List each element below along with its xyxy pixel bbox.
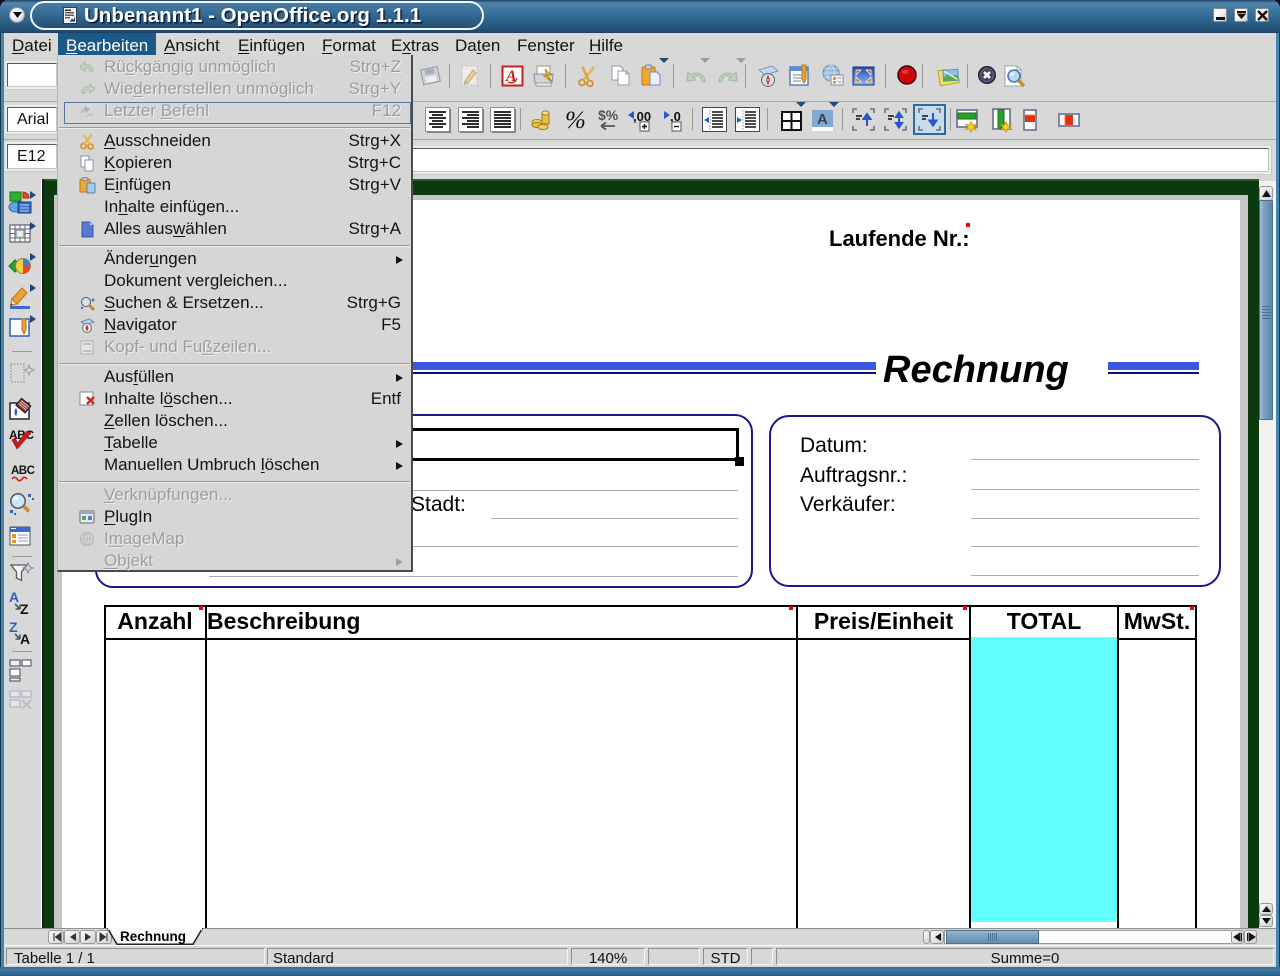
svg-text:A: A bbox=[817, 111, 828, 128]
svg-text:$%: $% bbox=[598, 107, 619, 123]
svg-text:%: % bbox=[565, 107, 586, 134]
svg-text:Z: Z bbox=[9, 619, 18, 635]
svg-text:A: A bbox=[20, 631, 30, 647]
svg-text:A: A bbox=[9, 589, 19, 605]
svg-text:Z: Z bbox=[20, 601, 29, 617]
svg-text:ABC: ABC bbox=[11, 465, 35, 477]
